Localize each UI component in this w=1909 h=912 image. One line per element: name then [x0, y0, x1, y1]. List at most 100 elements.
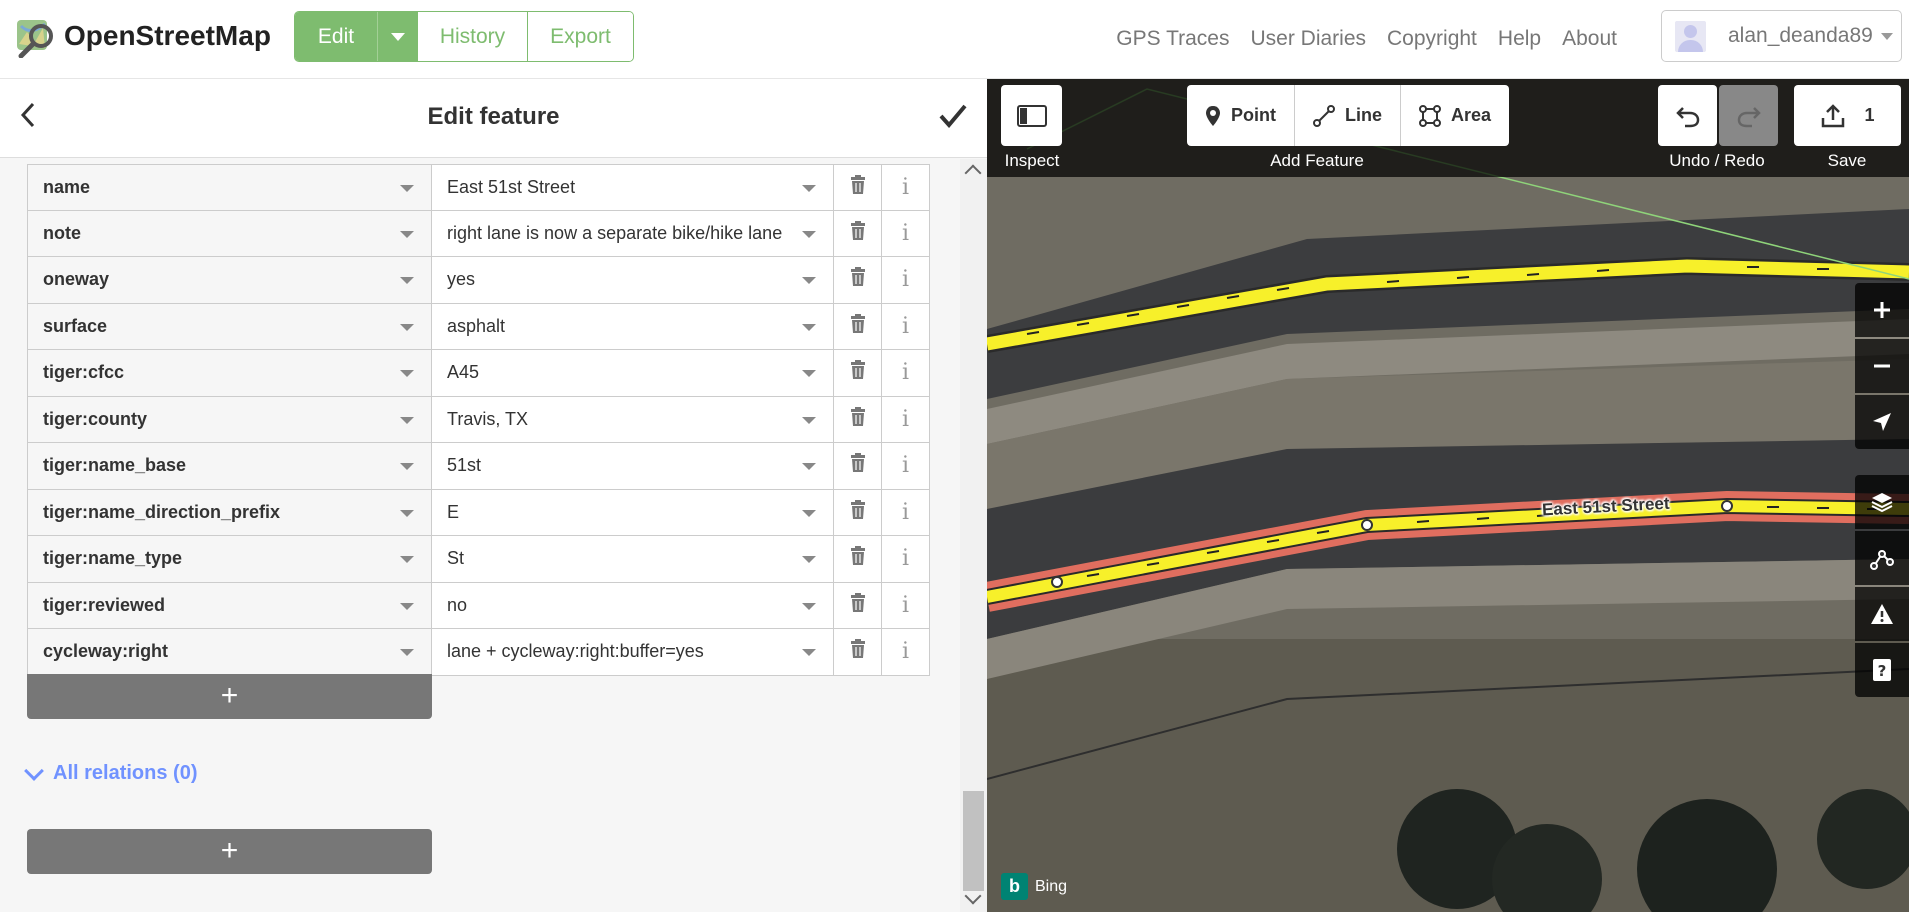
chevron-down-icon[interactable] — [802, 230, 816, 238]
delete-tag-button[interactable] — [834, 536, 882, 582]
delete-tag-button[interactable] — [834, 303, 882, 349]
add-area-button[interactable]: Area — [1400, 85, 1509, 146]
chevron-down-icon[interactable] — [802, 602, 816, 610]
tag-value-input[interactable]: right lane is now a separate bike/hike l… — [432, 210, 834, 256]
tag-info-button[interactable]: i — [882, 489, 930, 535]
history-button[interactable]: History — [417, 12, 527, 61]
tag-value-input[interactable]: 51st — [432, 443, 834, 489]
add-relation-button[interactable]: + — [27, 829, 432, 874]
chevron-down-icon[interactable] — [400, 185, 414, 192]
delete-tag-button[interactable] — [834, 165, 882, 210]
zoom-out-button[interactable] — [1855, 339, 1909, 393]
chevron-down-icon[interactable] — [400, 230, 414, 238]
chevron-down-icon[interactable] — [400, 509, 414, 517]
nav-copyright[interactable]: Copyright — [1387, 27, 1477, 51]
tag-key-input[interactable]: tiger:name_type — [28, 536, 432, 582]
inspect-button[interactable] — [1001, 85, 1062, 146]
tag-key-input[interactable]: surface — [28, 303, 432, 349]
delete-tag-button[interactable] — [834, 582, 882, 628]
nav-help[interactable]: Help — [1498, 27, 1541, 51]
export-button[interactable]: Export — [527, 12, 633, 61]
chevron-down-icon[interactable] — [400, 556, 414, 563]
chevron-down-icon[interactable] — [802, 370, 816, 377]
geolocate-button[interactable] — [1855, 395, 1909, 449]
tag-info-button[interactable]: i — [882, 210, 930, 256]
chevron-down-icon[interactable] — [400, 649, 414, 656]
brand-title[interactable]: OpenStreetMap — [64, 20, 271, 52]
tag-value-input[interactable]: E — [432, 489, 834, 535]
tag-value-input[interactable]: lane + cycleway:right:buffer=yes — [432, 629, 834, 675]
delete-tag-button[interactable] — [834, 257, 882, 303]
delete-tag-button[interactable] — [834, 396, 882, 442]
chevron-down-icon[interactable] — [400, 370, 414, 377]
chevron-down-icon[interactable] — [400, 463, 414, 470]
tag-info-button[interactable]: i — [882, 303, 930, 349]
relations-section-toggle[interactable]: All relations (0) — [24, 760, 197, 785]
nav-about[interactable]: About — [1562, 27, 1617, 51]
user-menu-button[interactable]: alan_deanda89 — [1661, 10, 1902, 62]
tag-info-button[interactable]: i — [882, 582, 930, 628]
tag-value-input[interactable]: yes — [432, 257, 834, 303]
tag-info-button[interactable]: i — [882, 396, 930, 442]
zoom-in-button[interactable] — [1855, 283, 1909, 337]
delete-tag-button[interactable] — [834, 443, 882, 489]
delete-tag-button[interactable] — [834, 489, 882, 535]
delete-tag-button[interactable] — [834, 210, 882, 256]
background-layers-button[interactable] — [1855, 475, 1909, 529]
tag-key-input[interactable]: name — [28, 165, 432, 210]
tag-value-input[interactable]: East 51st Street — [432, 165, 834, 210]
map-canvas[interactable]: Inspect Point Line Area Add Feature Undo… — [987, 79, 1909, 912]
chevron-down-icon[interactable] — [802, 556, 816, 563]
close-button[interactable] — [935, 98, 971, 134]
add-point-button[interactable]: Point — [1187, 85, 1294, 146]
imagery-attribution[interactable]: b Bing — [1001, 873, 1067, 900]
add-line-button[interactable]: Line — [1294, 85, 1400, 146]
tag-value-input[interactable]: St — [432, 536, 834, 582]
delete-tag-button[interactable] — [834, 350, 882, 396]
help-button[interactable]: ? — [1855, 643, 1909, 697]
tag-value-input[interactable]: no — [432, 582, 834, 628]
tag-value-input[interactable]: Travis, TX — [432, 396, 834, 442]
chevron-down-icon[interactable] — [802, 463, 816, 470]
chevron-down-icon[interactable] — [400, 602, 414, 610]
chevron-down-icon[interactable] — [400, 416, 414, 424]
scroll-up-icon[interactable] — [964, 164, 982, 182]
tag-info-button[interactable]: i — [882, 536, 930, 582]
chevron-down-icon[interactable] — [802, 277, 816, 284]
tag-info-button[interactable]: i — [882, 629, 930, 675]
tag-key-input[interactable]: tiger:cfcc — [28, 350, 432, 396]
issues-button[interactable] — [1855, 587, 1909, 641]
osm-logo-icon[interactable] — [13, 14, 57, 58]
tag-key-input[interactable]: oneway — [28, 257, 432, 303]
delete-tag-button[interactable] — [834, 629, 882, 675]
tag-info-button[interactable]: i — [882, 443, 930, 489]
chevron-down-icon[interactable] — [802, 185, 816, 192]
chevron-down-icon[interactable] — [802, 323, 816, 331]
add-tag-button[interactable]: + — [27, 674, 432, 719]
tag-info-button[interactable]: i — [882, 165, 930, 210]
chevron-down-icon[interactable] — [802, 509, 816, 517]
scroll-thumb[interactable] — [963, 791, 984, 891]
chevron-down-icon[interactable] — [802, 649, 816, 656]
chevron-down-icon[interactable] — [400, 323, 414, 331]
tag-info-button[interactable]: i — [882, 257, 930, 303]
undo-button[interactable] — [1658, 85, 1717, 146]
tag-key-input[interactable]: tiger:name_base — [28, 443, 432, 489]
tag-key-input[interactable]: tiger:reviewed — [28, 582, 432, 628]
tag-value-input[interactable]: A45 — [432, 350, 834, 396]
tag-key-input[interactable]: note — [28, 210, 432, 256]
tag-value-input[interactable]: asphalt — [432, 303, 834, 349]
chevron-down-icon[interactable] — [400, 277, 414, 284]
tag-key-input[interactable]: tiger:county — [28, 396, 432, 442]
save-button[interactable]: 1 — [1794, 85, 1901, 146]
edit-dropdown-button[interactable] — [377, 12, 417, 61]
nav-user-diaries[interactable]: User Diaries — [1250, 27, 1366, 51]
nav-gps-traces[interactable]: GPS Traces — [1116, 27, 1229, 51]
sidebar-scrollbar[interactable] — [960, 159, 987, 912]
tag-info-button[interactable]: i — [882, 350, 930, 396]
edit-button[interactable]: Edit — [295, 12, 377, 61]
tag-key-input[interactable]: cycleway:right — [28, 629, 432, 675]
tag-key-input[interactable]: tiger:name_direction_prefix — [28, 489, 432, 535]
map-data-button[interactable] — [1855, 531, 1909, 585]
redo-button[interactable] — [1719, 85, 1778, 146]
